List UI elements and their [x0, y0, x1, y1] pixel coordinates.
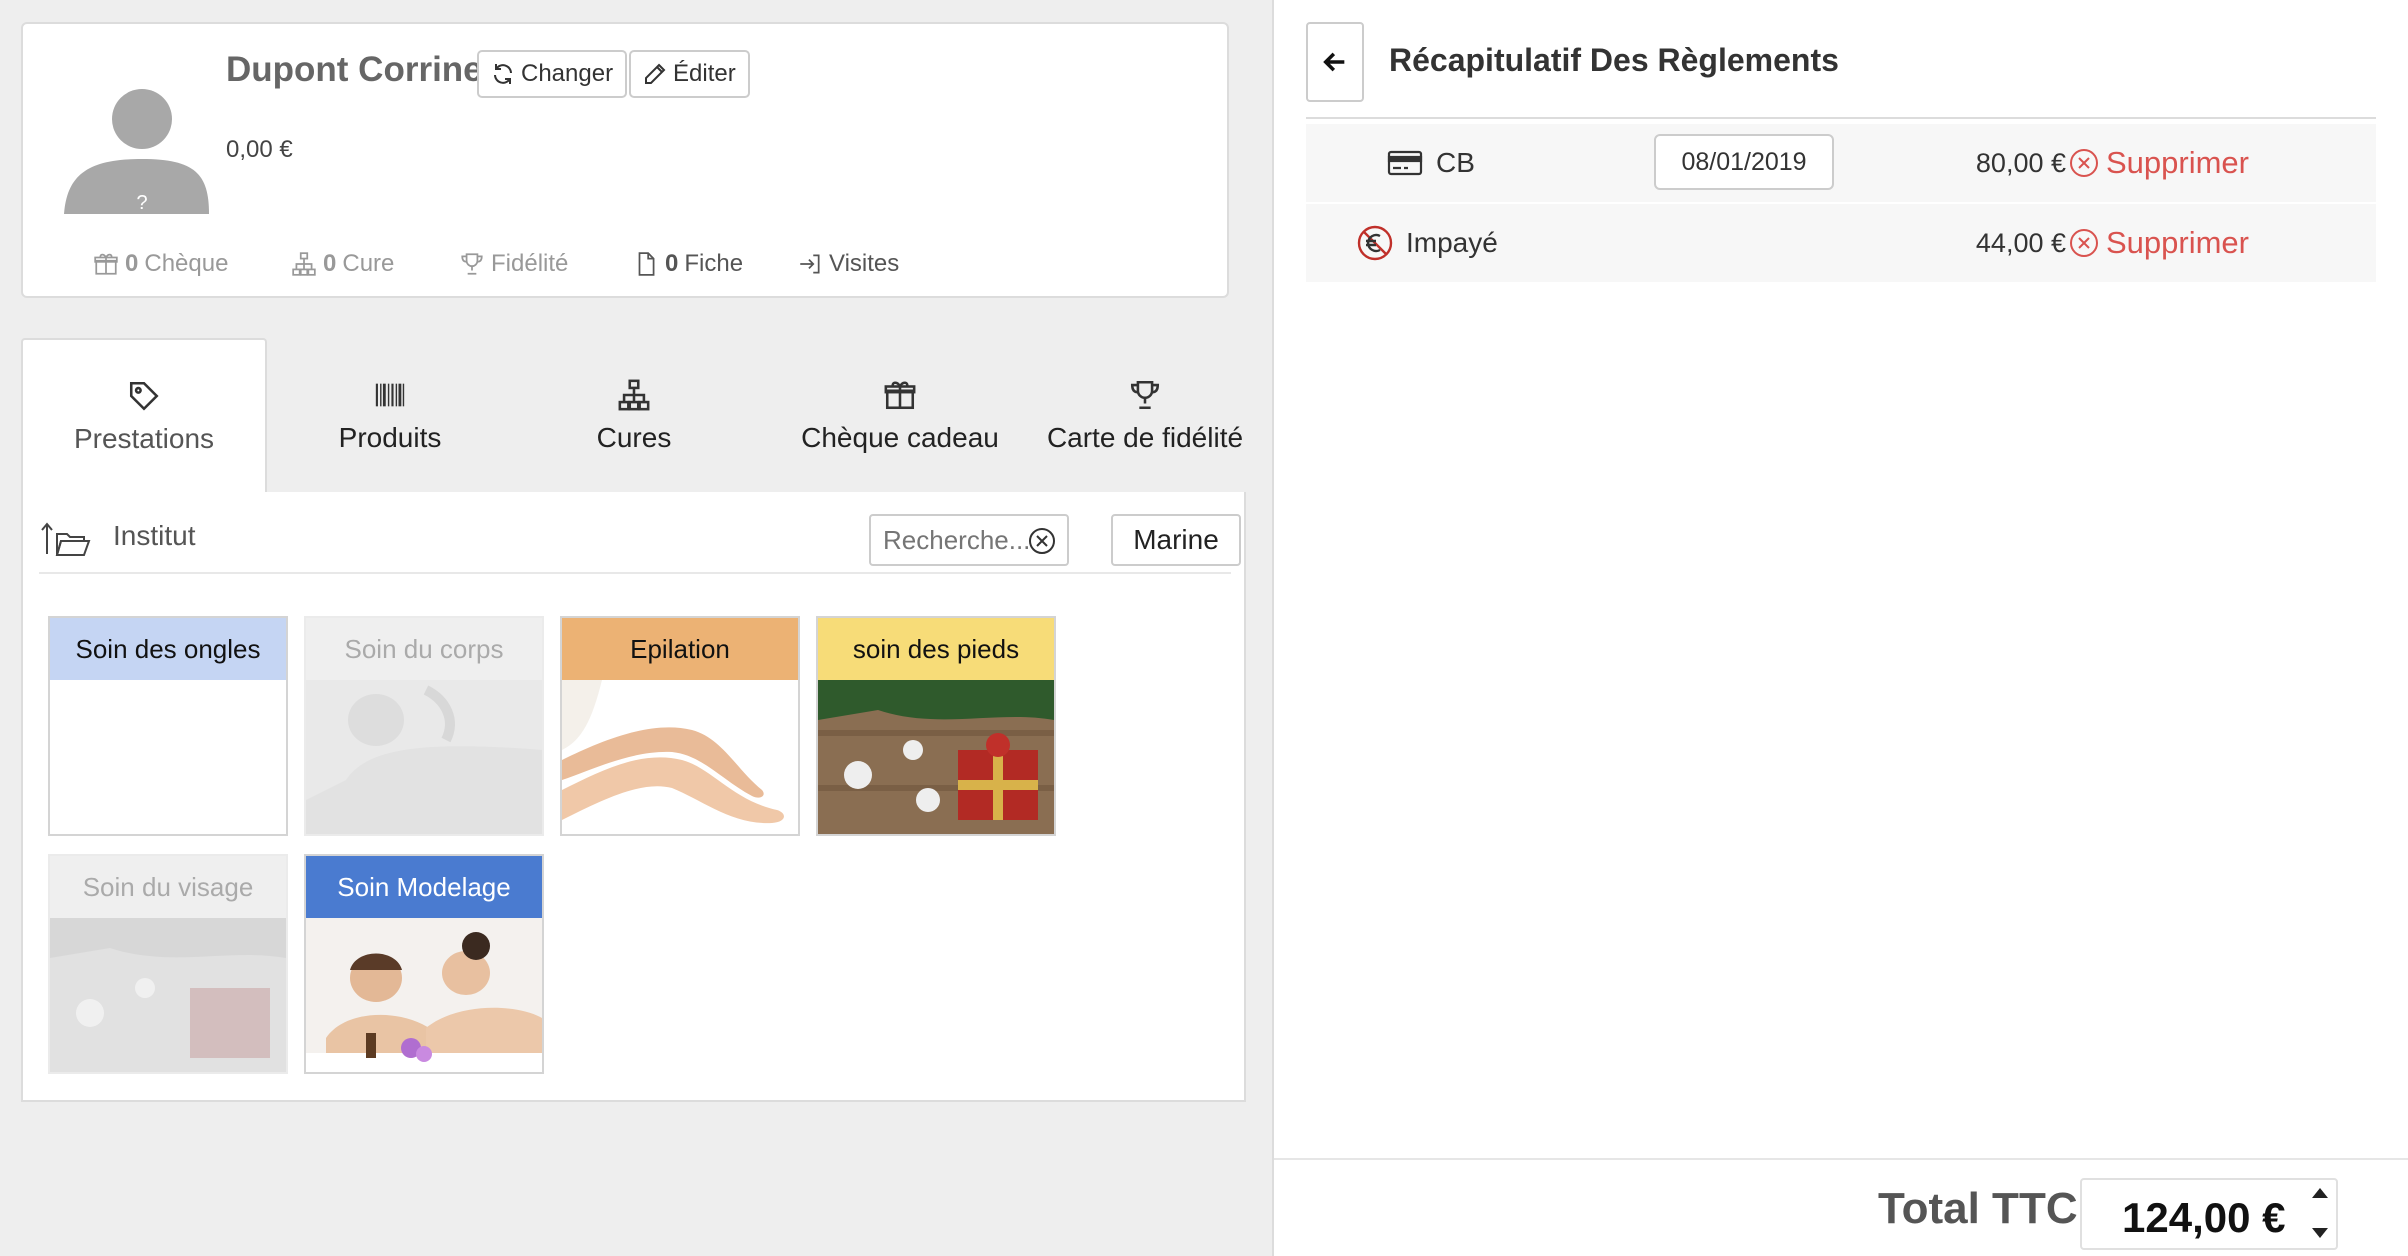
delete-payment-label: Supprimer: [2106, 145, 2249, 180]
stat-cheque[interactable]: 0 Chèque: [93, 250, 228, 278]
payment-type-label: CB: [1436, 147, 1475, 178]
tab-produits-label: Produits: [338, 422, 442, 453]
staff-button[interactable]: Marine: [1111, 514, 1241, 566]
category-epilation[interactable]: Epilation: [560, 616, 800, 836]
catalog-panel: Institut Marine Soin des ongles Soin du …: [21, 492, 1246, 1102]
tab-prestations[interactable]: Prestations: [21, 338, 267, 494]
spinner-up-icon[interactable]: [2312, 1188, 2328, 1198]
stat-fidelite-label: Fidélité: [491, 250, 569, 277]
client-stats: 0 Chèque 0 Cure Fidélité 0 Fiche Visites: [73, 250, 1173, 290]
payment-type-label: Impayé: [1406, 227, 1498, 258]
stat-fiche-count: 0: [665, 250, 679, 277]
christmas-gift-image: [50, 918, 286, 1072]
trophy-icon: [1130, 380, 1160, 410]
category-label: soin des pieds: [818, 618, 1054, 680]
category-soin-du-corps[interactable]: Soin du corps: [304, 616, 544, 836]
edit-client-button[interactable]: Éditer: [629, 50, 750, 98]
tab-produits[interactable]: Produits: [267, 338, 513, 494]
tab-cheque-cadeau-label: Chèque cadeau: [801, 422, 999, 453]
change-client-button[interactable]: Changer: [477, 50, 628, 98]
payment-date-input[interactable]: [1654, 134, 1834, 190]
folder-label: Institut: [113, 520, 196, 551]
stat-cure-count: 0: [323, 250, 337, 277]
stat-fiche[interactable]: 0 Fiche: [633, 250, 743, 278]
category-soin-des-ongles[interactable]: Soin des ongles: [48, 616, 288, 836]
total-value: 124,00 €: [2122, 1194, 2286, 1241]
category-soin-modelage[interactable]: Soin Modelage: [304, 854, 544, 1074]
legs-image: [562, 680, 798, 834]
category-label: Soin Modelage: [306, 856, 542, 918]
category-label: Soin du visage: [50, 856, 286, 918]
back-button[interactable]: [1306, 22, 1364, 102]
spinner-down-icon[interactable]: [2312, 1228, 2328, 1238]
delete-payment-button[interactable]: Supprimer: [2068, 204, 2249, 282]
catalog-toolbar: Institut Marine: [39, 514, 1241, 574]
stat-cure-label: Cure: [342, 250, 395, 277]
payment-summary-panel: Récapitulatif Des Règlements CB 80,00 € …: [1272, 0, 2408, 1256]
client-balance: 0,00 €: [226, 136, 293, 163]
payment-type: Impayé: [1356, 204, 1498, 282]
payment-row: CB 80,00 € Supprimer: [1306, 124, 2376, 202]
category-soin-des-pieds[interactable]: soin des pieds: [816, 616, 1056, 836]
client-name: Dupont Corrine: [226, 50, 483, 89]
body-massage-image: [306, 680, 542, 834]
avatar-mark: ?: [136, 192, 147, 214]
stat-fiche-label: Fiche: [684, 250, 744, 277]
category-label: Soin des ongles: [50, 618, 286, 680]
client-card: ? Dupont Corrine Changer Éditer 0,00 € 0…: [21, 22, 1229, 298]
refresh-icon: [494, 64, 512, 84]
stat-visites-label: Visites: [829, 250, 900, 277]
file-icon: [638, 252, 655, 276]
tab-cures-label: Cures: [596, 422, 672, 453]
tag-icon: [129, 381, 159, 411]
delete-payment-label: Supprimer: [2106, 225, 2249, 260]
stat-fidelite[interactable]: Fidélité: [459, 250, 568, 278]
tab-carte-fidelite[interactable]: Carte de fidélité: [1005, 338, 1285, 494]
catalog-tabs: Prestations Produits Cures Chèque cadeau: [21, 338, 1246, 494]
payment-amount: 80,00 €: [1975, 147, 2066, 178]
tab-carte-fidelite-label: Carte de fidélité: [1046, 422, 1244, 453]
recap-title: Récapitulatif Des Règlements: [1389, 42, 1839, 78]
gift-icon: [884, 381, 916, 410]
tab-cures[interactable]: Cures: [511, 338, 757, 494]
total-label: Total TTC: [1878, 1184, 2078, 1233]
category-label: Soin du corps: [306, 618, 542, 680]
arrow-left-icon: [1323, 52, 1345, 72]
change-client-label: Changer: [521, 60, 614, 87]
credit-card-icon: [1387, 150, 1423, 176]
clear-search-icon[interactable]: [1027, 526, 1057, 556]
tab-cheque-cadeau[interactable]: Chèque cadeau: [755, 338, 1045, 494]
close-circle-icon: [2070, 229, 2098, 257]
payment-row: Impayé 44,00 € Supprimer: [1306, 204, 2376, 282]
barcode-icon: [375, 383, 405, 407]
sign-in-icon: [800, 254, 820, 274]
pencil-icon: [645, 63, 666, 84]
total-amount-field[interactable]: 124,00 €: [2080, 1178, 2338, 1250]
sitemap-icon: [292, 252, 316, 276]
tab-prestations-label: Prestations: [73, 423, 215, 454]
left-panel: ? Dupont Corrine Changer Éditer 0,00 € 0…: [0, 0, 1272, 1256]
avatar: ?: [64, 89, 209, 214]
no-euro-icon: [1357, 225, 1393, 261]
trophy-icon: [461, 253, 483, 275]
close-circle-icon: [2070, 149, 2098, 177]
edit-client-label: Éditer: [673, 60, 736, 87]
delete-payment-button[interactable]: Supprimer: [2068, 124, 2249, 202]
stat-cheque-label: Chèque: [144, 250, 229, 277]
stat-cure[interactable]: 0 Cure: [291, 250, 394, 278]
payment-type: CB: [1386, 124, 1475, 202]
stat-visites[interactable]: Visites: [797, 250, 899, 278]
divider: [1306, 117, 2376, 119]
couple-massage-image: [306, 918, 542, 1072]
gift-icon: [94, 253, 118, 275]
category-soin-du-visage[interactable]: Soin du visage: [48, 854, 288, 1074]
folder-up-icon[interactable]: [39, 520, 93, 560]
christmas-gift-image: [818, 680, 1054, 834]
sitemap-icon: [618, 379, 650, 411]
payment-amount: 44,00 €: [1975, 227, 2066, 258]
category-label: Epilation: [562, 618, 798, 680]
divider: [1274, 1158, 2408, 1160]
stat-cheque-count: 0: [125, 250, 139, 277]
